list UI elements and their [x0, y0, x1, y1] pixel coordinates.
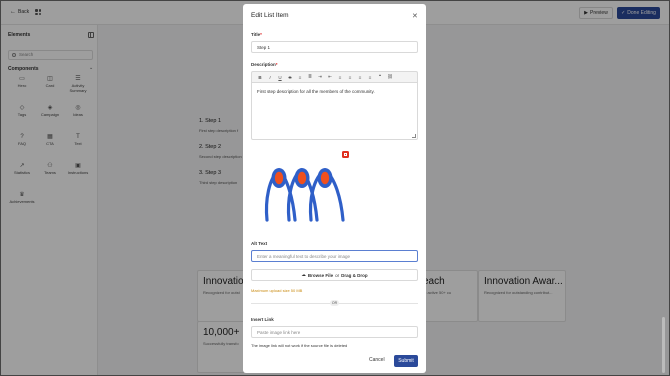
upload-cloud-icon: ☁: [301, 272, 306, 277]
bold-icon[interactable]: B: [256, 73, 264, 81]
resize-handle-icon[interactable]: [412, 134, 416, 138]
align-left-icon[interactable]: ≡: [336, 73, 344, 81]
cancel-button[interactable]: Cancel: [369, 357, 385, 363]
delete-image-button[interactable]: [342, 151, 349, 158]
underline-icon[interactable]: U: [276, 73, 284, 81]
indent-icon[interactable]: ⇥: [316, 73, 324, 81]
app-frame: ← Back ▶ Preview ✓ Done Editing Elements Se…: [0, 0, 670, 376]
link-icon[interactable]: ⛓: [386, 73, 394, 81]
image-link-input[interactable]: Paste image link here: [251, 326, 418, 338]
trash-icon: [344, 152, 347, 157]
title-value: Step 1: [257, 44, 271, 50]
description-label: Description*: [251, 62, 278, 67]
file-upload-dropzone[interactable]: ☁ Browse File or Drag & Drop: [251, 269, 418, 281]
submit-button[interactable]: Submit: [394, 355, 418, 367]
link-placeholder: Paste image link here: [257, 329, 301, 335]
link-warning-note: The image link will not work if the sour…: [251, 343, 348, 348]
align-right-icon[interactable]: ≡: [356, 73, 364, 81]
uploaded-image-preview: [259, 150, 355, 226]
bullet-list-icon[interactable]: ≡: [296, 73, 304, 81]
italic-icon[interactable]: I: [266, 73, 274, 81]
numbered-list-icon[interactable]: ≣: [306, 73, 314, 81]
edit-list-item-dialog: Edit List Item ✕ Title* Step 1 Descripti…: [243, 4, 426, 373]
drag-drop-label: Drag & Drop: [341, 272, 368, 278]
browse-file-label: Browse File: [307, 272, 334, 278]
submit-label: Submit: [398, 358, 414, 364]
title-label: Title*: [251, 32, 262, 37]
alt-text-label: Alt Text: [251, 241, 268, 246]
align-center-icon[interactable]: ≡: [346, 73, 354, 81]
description-text: First step description for all the membe…: [257, 89, 375, 94]
or-label: or: [335, 272, 340, 278]
max-upload-note: Maximum upload size 50 MB: [251, 288, 303, 293]
close-icon[interactable]: ✕: [412, 12, 418, 20]
quote-icon[interactable]: ❝: [376, 73, 384, 81]
rich-text-toolbar: B I U S ≡ ≣ ⇥ ⇤ ≡ ≡ ≡ ≡ ❝ ⛓: [251, 71, 418, 82]
description-editor[interactable]: First step description for all the membe…: [251, 82, 418, 140]
outdent-icon[interactable]: ⇤: [326, 73, 334, 81]
insert-link-label: Insert Link: [251, 317, 274, 322]
or-divider-label: OR: [330, 300, 339, 306]
strikethrough-icon[interactable]: S: [286, 73, 294, 81]
community-figures-image: [264, 167, 345, 222]
alt-text-input[interactable]: Enter a meaningful text to describe your…: [251, 250, 418, 262]
page-scrollbar[interactable]: [662, 317, 665, 373]
dialog-title: Edit List Item: [251, 12, 289, 19]
title-input[interactable]: Step 1: [251, 41, 418, 53]
justify-icon[interactable]: ≡: [366, 73, 374, 81]
alt-text-placeholder: Enter a meaningful text to describe your…: [257, 253, 351, 259]
